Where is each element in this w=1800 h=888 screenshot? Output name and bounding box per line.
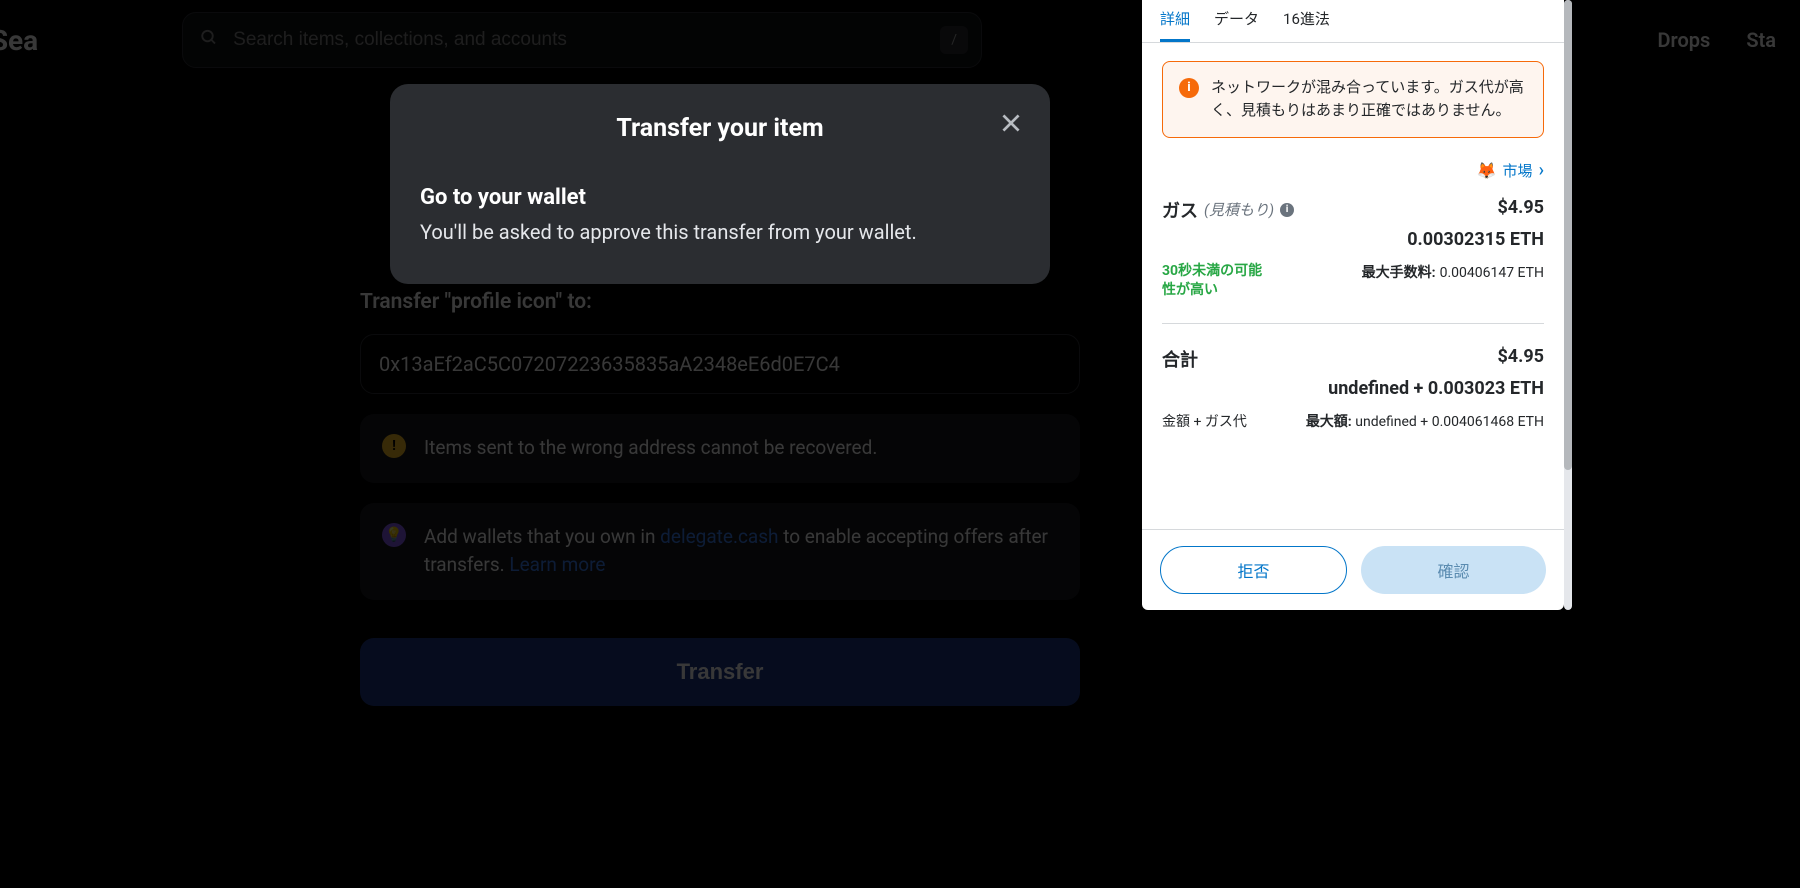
mm-gas-meta-row: 30秒未満の可能性が高い 最大手数料:0.00406147 ETH <box>1162 262 1544 301</box>
mm-gas-estimate: (見積もり) <box>1204 199 1274 220</box>
mm-scrollbar[interactable] <box>1564 0 1572 610</box>
mm-scroll-thumb[interactable] <box>1564 0 1572 470</box>
mm-subrow-right: 最大額: undefined + 0.004061468 ETH <box>1306 411 1544 431</box>
mm-tab-data[interactable]: データ <box>1214 0 1259 42</box>
mm-tab-details[interactable]: 詳細 <box>1160 0 1190 42</box>
mm-total-label: 合計 <box>1162 346 1198 372</box>
mm-gas-label: ガス <box>1162 197 1198 223</box>
mm-market-row[interactable]: 🦊 市場 › <box>1162 160 1544 181</box>
mm-gas-usd: $4.95 <box>1497 197 1544 218</box>
modal-title: Transfer your item <box>420 114 1020 143</box>
chevron-right-icon: › <box>1539 160 1544 181</box>
mm-total-row: 合計 $4.95 <box>1162 346 1544 372</box>
info-icon[interactable]: i <box>1280 203 1294 217</box>
mm-gas-row: ガス (見積もり) i $4.95 <box>1162 197 1544 223</box>
mm-total-eth: undefined + 0.003023 ETH <box>1162 378 1544 399</box>
mm-subrow-left: 金額 + ガス代 <box>1162 411 1247 431</box>
mm-gas-maxfee: 最大手数料:0.00406147 ETH <box>1362 262 1544 282</box>
mm-body: i ネットワークが混み合っています。ガス代が高く、見積もりはあまり正確ではありま… <box>1142 43 1564 529</box>
mm-alert-text: ネットワークが混み合っています。ガス代が高く、見積もりはあまり正確ではありません… <box>1211 76 1527 123</box>
modal-description: You'll be asked to approve this transfer… <box>420 220 1020 244</box>
mm-tabs: 詳細 データ 16進法 <box>1142 0 1564 43</box>
mm-tab-hex[interactable]: 16進法 <box>1283 0 1330 42</box>
mm-network-alert: i ネットワークが混み合っています。ガス代が高く、見積もりはあまり正確ではありま… <box>1162 61 1544 138</box>
mm-gas-eth: 0.00302315 ETH <box>1162 229 1544 250</box>
mm-total-subrow: 金額 + ガス代 最大額: undefined + 0.004061468 ET… <box>1162 411 1544 431</box>
divider <box>1162 323 1544 324</box>
modal-close-button[interactable] <box>998 110 1024 136</box>
alert-icon: i <box>1179 78 1199 98</box>
mm-confirm-button[interactable]: 確認 <box>1361 546 1546 594</box>
transfer-modal: Transfer your item Go to your wallet You… <box>390 84 1050 284</box>
mm-gas-speed: 30秒未満の可能性が高い <box>1162 262 1272 301</box>
mm-reject-button[interactable]: 拒否 <box>1160 546 1347 594</box>
mm-total-usd: $4.95 <box>1497 346 1544 367</box>
fox-icon: 🦊 <box>1477 161 1497 180</box>
modal-heading: Go to your wallet <box>420 185 1020 210</box>
metamask-popup: 詳細 データ 16進法 i ネットワークが混み合っています。ガス代が高く、見積も… <box>1142 0 1564 610</box>
mm-footer: 拒否 確認 <box>1142 529 1564 610</box>
